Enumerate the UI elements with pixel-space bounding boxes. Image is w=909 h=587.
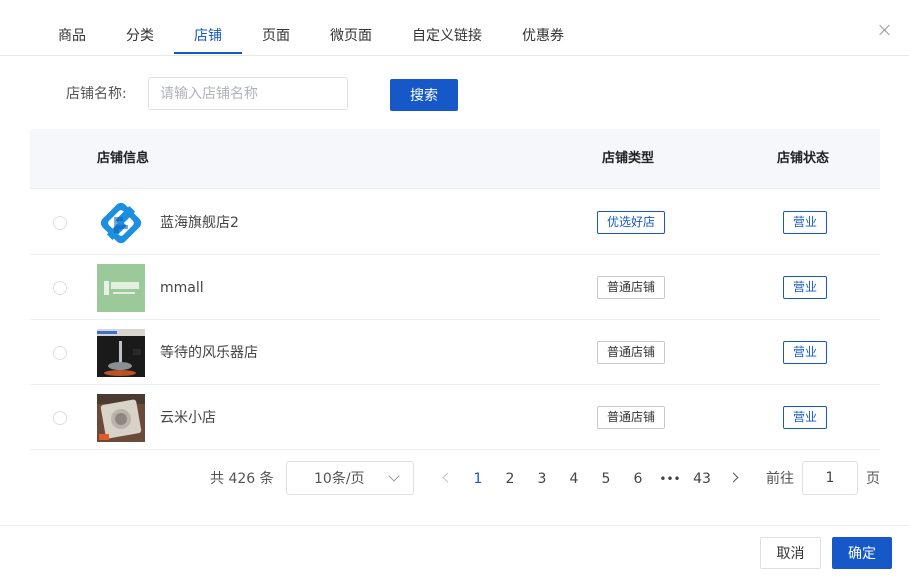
shop-type-tag: 优选好店 — [597, 211, 666, 234]
green-banner-icon — [97, 264, 145, 312]
shop-name: 蓝海旗舰店2 — [160, 215, 239, 231]
more-pages-icon[interactable]: ••• — [658, 469, 682, 489]
table-row[interactable]: 等待的风乐器店 普通店铺 营业 — [30, 320, 880, 385]
goto-suffix: 页 — [866, 471, 880, 487]
shop-type-tag: 普通店铺 — [597, 341, 666, 364]
table-row[interactable]: 蓝海旗舰店2 优选好店 营业 — [30, 190, 880, 255]
table-row[interactable]: mmall 普通店铺 营业 — [30, 255, 880, 320]
shop-type-tag: 普通店铺 — [597, 276, 666, 299]
pagination-total: 共 426 条 — [210, 471, 274, 487]
tab-shops[interactable]: 店铺 — [194, 26, 222, 46]
page-number[interactable]: 1 — [466, 469, 490, 489]
tab-coupons[interactable]: 优惠券 — [522, 26, 564, 46]
shop-status-tag: 营业 — [783, 211, 828, 234]
shop-status-tag: 营业 — [783, 341, 828, 364]
goto-label: 前往 — [766, 471, 794, 487]
shop-name: mmall — [160, 280, 204, 296]
row-radio[interactable] — [53, 281, 67, 295]
page-number[interactable]: 3 — [530, 469, 554, 489]
table-row[interactable]: 云米小店 普通店铺 营业 — [30, 385, 880, 450]
page-number[interactable]: 6 — [626, 469, 650, 489]
link-picker-dialog: 商品 分类 店铺 页面 微页面 自定义链接 优惠券 店铺名称: 搜索 店铺信息 … — [0, 0, 909, 587]
header-shop-info: 店铺信息 — [97, 151, 150, 166]
page-size-select[interactable]: 10条/页 — [286, 461, 414, 495]
close-icon[interactable] — [877, 22, 893, 38]
row-radio[interactable] — [53, 346, 67, 360]
cancel-button[interactable]: 取消 — [760, 537, 821, 569]
instrument-photo-icon — [97, 329, 145, 377]
chevron-down-icon — [388, 470, 400, 482]
shop-name-search-input[interactable] — [148, 77, 348, 110]
prev-page-icon[interactable] — [442, 472, 453, 483]
dialog-footer: 取消 确定 — [0, 525, 909, 587]
active-tab-indicator — [174, 52, 242, 54]
shop-type-tag: 普通店铺 — [597, 406, 666, 429]
tab-micro-pages[interactable]: 微页面 — [330, 26, 372, 46]
next-page-icon[interactable] — [728, 472, 739, 483]
tab-categories[interactable]: 分类 — [126, 26, 154, 46]
page-number[interactable]: 4 — [562, 469, 586, 489]
page-number[interactable]: 43 — [690, 469, 714, 489]
shop-name: 等待的风乐器店 — [160, 345, 258, 361]
goto-page-input[interactable] — [802, 461, 858, 495]
shop-status-tag: 营业 — [783, 276, 828, 299]
tab-bar: 商品 分类 店铺 页面 微页面 自定义链接 优惠券 — [0, 0, 909, 56]
shop-status-tag: 营业 — [783, 406, 828, 429]
shop-name: 云米小店 — [160, 410, 216, 426]
tab-pages[interactable]: 页面 — [262, 26, 290, 46]
table-header: 店铺信息 店铺类型 店铺状态 — [30, 129, 880, 189]
appliance-photo-icon — [97, 394, 145, 442]
tab-products[interactable]: 商品 — [58, 26, 86, 46]
header-shop-status: 店铺状态 — [777, 151, 830, 166]
blue-logo-icon — [97, 199, 145, 247]
confirm-button[interactable]: 确定 — [832, 537, 892, 569]
page-size-value: 10条/页 — [314, 471, 365, 487]
shop-name-label: 店铺名称: — [66, 86, 127, 102]
header-shop-type: 店铺类型 — [602, 151, 655, 166]
row-radio[interactable] — [53, 411, 67, 425]
page-number[interactable]: 5 — [594, 469, 618, 489]
page-number[interactable]: 2 — [498, 469, 522, 489]
tab-custom-links[interactable]: 自定义链接 — [412, 26, 482, 46]
search-button[interactable]: 搜索 — [390, 79, 458, 111]
row-radio[interactable] — [53, 216, 67, 230]
